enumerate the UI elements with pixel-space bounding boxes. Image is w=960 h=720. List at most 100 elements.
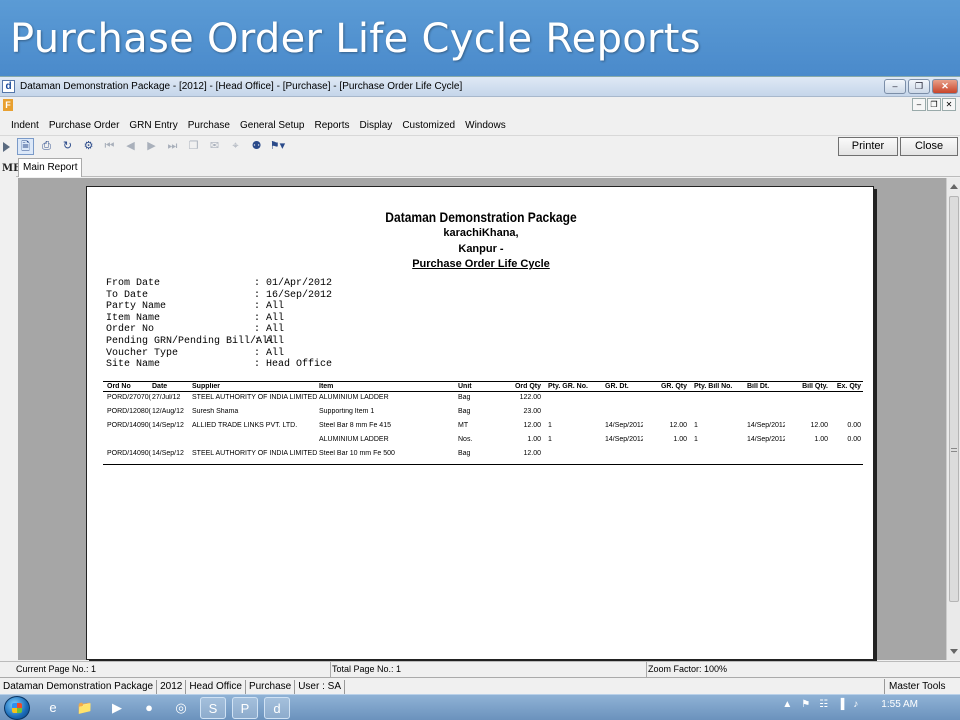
column-header: Ord Qty xyxy=(514,383,541,390)
side-menu[interactable]: MENU xyxy=(0,157,39,297)
first-page-icon[interactable]: ⏮ xyxy=(101,138,118,155)
table-cell: ALLIED TRADE LINKS PVT. LTD. xyxy=(192,422,298,429)
zoom-icon[interactable]: ⌖ xyxy=(227,138,244,155)
tray-flag-icon[interactable]: ⚑ xyxy=(801,699,810,710)
menu-indent[interactable]: Indent xyxy=(6,120,44,131)
mdi-close-button[interactable]: ✕ xyxy=(942,98,956,111)
scroll-thumb[interactable] xyxy=(949,196,959,602)
table-cell: Bag xyxy=(458,408,471,415)
start-button[interactable] xyxy=(4,696,30,720)
table-row: PORD/14090(14/Sep/12 ALLIED TRADE LINKS P… xyxy=(103,422,863,433)
setup-icon[interactable]: ⚙ xyxy=(80,138,97,155)
prev-page-icon[interactable]: ◀ xyxy=(122,138,139,155)
column-header: Bill Qty. xyxy=(802,383,828,390)
table-cell: 14/Sep/12 xyxy=(152,422,184,429)
table-cell: Suresh Shama xyxy=(192,408,239,415)
ie-icon[interactable]: e xyxy=(40,697,66,719)
find-icon[interactable]: ⚑▾ xyxy=(269,138,286,155)
menu-customized[interactable]: Customized xyxy=(397,120,460,131)
table-row: PORD/27070(27/Jul/12 STEEL AUTHORITY OF I… xyxy=(103,394,863,405)
table-cell: ALUMINIUM LADDER xyxy=(319,436,389,443)
skype-icon[interactable]: S xyxy=(200,697,226,719)
minimize-button[interactable]: – xyxy=(884,79,906,94)
title-bar[interactable]: d Dataman Demonstration Package - [2012]… xyxy=(0,77,960,97)
restore-button[interactable]: ❐ xyxy=(908,79,930,94)
report-filters: From Date: 01/Apr/2012 To Date: 16/Sep/2… xyxy=(106,278,332,371)
menu-general-setup[interactable]: General Setup xyxy=(235,120,310,131)
table-cell: STEEL AUTHORITY OF INDIA LIMITED xyxy=(192,394,317,401)
tab-main-report[interactable]: Main Report xyxy=(18,158,83,177)
table-cell: PORD/27070( xyxy=(107,394,151,401)
column-header: Unit xyxy=(458,383,472,390)
report-title: Purchase Order Life Cycle xyxy=(412,258,550,270)
filter-label: Site Name xyxy=(106,359,161,371)
table-cell: Nos. xyxy=(458,436,473,443)
table-cell: 14/Sep/2012 xyxy=(605,422,643,429)
firefox-icon[interactable]: ● xyxy=(136,697,162,719)
filter-label: Pending GRN/Pending Bill/All xyxy=(106,335,275,347)
next-page-icon[interactable]: ▶ xyxy=(143,138,160,155)
filter-value: : All xyxy=(254,347,285,359)
last-page-icon[interactable]: ⏭ xyxy=(164,138,181,155)
tray-signal-icon[interactable]: ▐ xyxy=(837,699,844,710)
table-cell: 0.00 xyxy=(847,436,861,443)
filter-row: To Date: 16/Sep/2012 xyxy=(106,290,332,302)
media-player-icon[interactable]: ▶ xyxy=(104,697,130,719)
chrome-icon[interactable]: ◎ xyxy=(168,697,194,719)
explorer-icon[interactable]: 📁 xyxy=(72,697,98,719)
scroll-down-icon[interactable] xyxy=(950,649,958,654)
dataman-icon[interactable]: d xyxy=(264,697,290,719)
scroll-up-icon[interactable] xyxy=(950,184,958,189)
filter-value: : All xyxy=(254,324,285,336)
status-site: Head Office xyxy=(186,679,246,694)
clock[interactable]: 1:55 AM xyxy=(881,699,918,710)
table-cell: 14/Sep/2012 xyxy=(747,436,785,443)
status-package: Dataman Demonstration Package xyxy=(0,679,158,694)
refresh-icon[interactable]: ↻ xyxy=(59,138,76,155)
close-button[interactable]: Close xyxy=(900,137,958,156)
menu-purchase-order[interactable]: Purchase Order xyxy=(44,120,125,131)
mail-icon[interactable]: ✉ xyxy=(206,138,223,155)
table-cell: 12.00 xyxy=(523,422,541,429)
table-cell: Supporting Item 1 xyxy=(319,408,375,415)
table-cell: 12.00 xyxy=(523,450,541,457)
app-window: d Dataman Demonstration Package - [2012]… xyxy=(0,76,960,695)
table-row: PORD/14090(14/Sep/12 STEEL AUTHORITY OF I… xyxy=(103,450,863,461)
table-cell: PORD/14090( xyxy=(107,422,151,429)
status-module: Purchase xyxy=(246,679,296,694)
printer-button[interactable]: Printer xyxy=(838,137,898,156)
tray-volume-icon[interactable]: ♪ xyxy=(853,699,858,710)
report-table-end-rule xyxy=(103,464,863,465)
table-cell: 1.00 xyxy=(527,436,541,443)
print-icon[interactable]: ⎙ xyxy=(38,138,55,155)
close-window-button[interactable]: ✕ xyxy=(932,79,958,94)
menu-windows[interactable]: Windows xyxy=(460,120,511,131)
table-cell: MT xyxy=(458,422,469,429)
mdi-minimize-button[interactable]: – xyxy=(912,98,926,111)
tray-network-icon[interactable]: ☷ xyxy=(819,699,828,710)
filter-label: Voucher Type xyxy=(106,347,179,359)
menu-purchase[interactable]: Purchase xyxy=(183,120,235,131)
table-row: ALUMINIUM LADDER Nos. 1.00 1 14/Sep/2012 1.00… xyxy=(103,436,863,447)
master-tools-button[interactable]: Master Tools xyxy=(884,679,960,695)
mdi-restore-button[interactable]: ❐ xyxy=(927,98,941,111)
report-address-line2: Kanpur - xyxy=(458,243,504,255)
powerpoint-icon[interactable]: P xyxy=(232,697,258,719)
menu-display[interactable]: Display xyxy=(355,120,398,131)
menu-reports[interactable]: Reports xyxy=(310,120,355,131)
filter-row: Site Name: Head Office xyxy=(106,359,332,371)
table-cell: 12.00 xyxy=(669,422,687,429)
filter-value: : 16/Sep/2012 xyxy=(254,289,333,301)
goto-page-icon[interactable]: ❐ xyxy=(185,138,202,155)
vertical-scrollbar[interactable] xyxy=(946,178,960,660)
menu-bar: Indent Purchase Order GRN Entry Purchase… xyxy=(0,115,960,135)
column-header: Bill Dt. xyxy=(747,383,770,390)
side-menu-toggle-icon[interactable] xyxy=(3,142,10,152)
column-header: Ex. Qty xyxy=(836,383,861,390)
report-company: Dataman Demonstration Package xyxy=(385,209,577,225)
menu-grn-entry[interactable]: GRN Entry xyxy=(124,120,182,131)
export-icon[interactable]: 🗎 xyxy=(17,138,34,155)
binoculars-icon[interactable]: ⚉ xyxy=(248,138,265,155)
column-header: Date xyxy=(152,383,168,390)
tray-expand-icon[interactable]: ▲ xyxy=(782,699,792,710)
